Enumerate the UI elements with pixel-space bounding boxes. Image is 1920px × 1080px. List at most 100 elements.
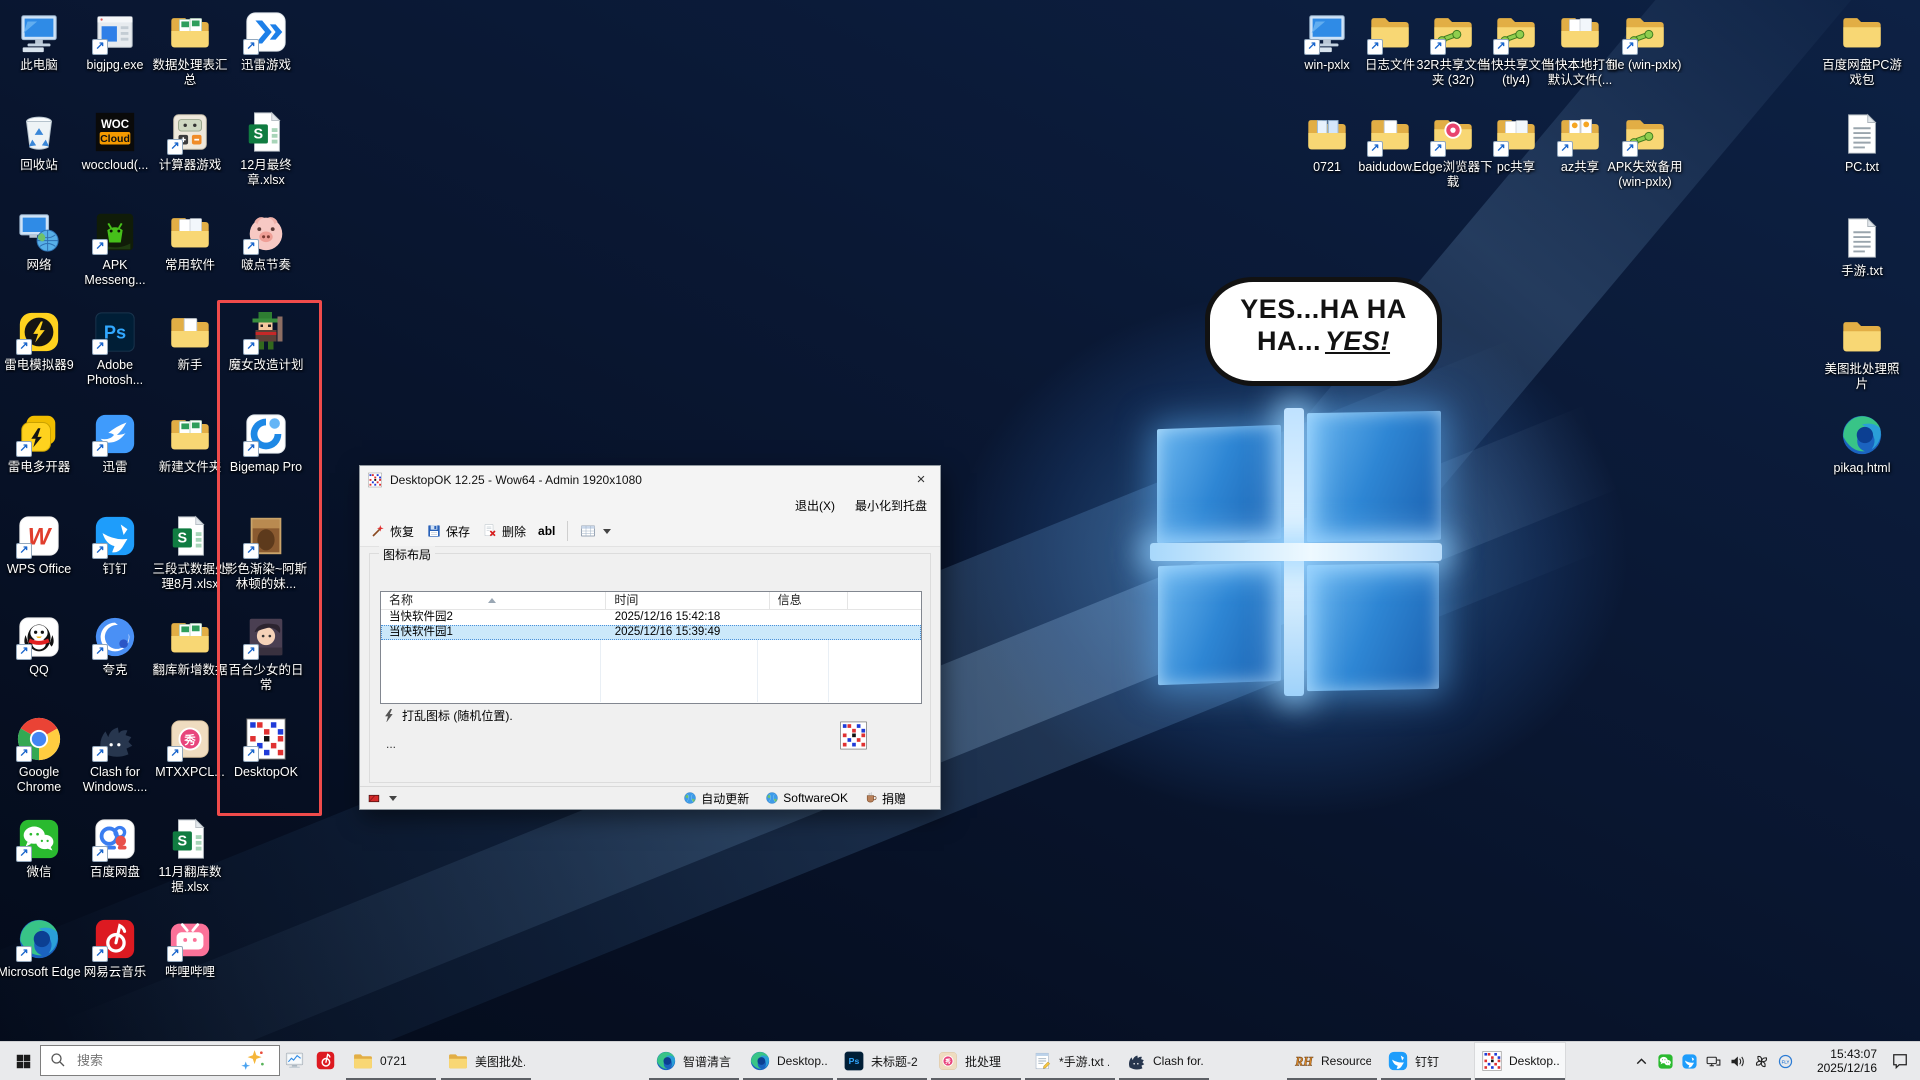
desktop-icon[interactable]: ↗迅雷	[73, 411, 157, 475]
desktop-icon[interactable]: ↗计算器游戏	[148, 109, 232, 173]
desktop-icon[interactable]: PC.txt	[1820, 111, 1904, 175]
folder-icon	[352, 1050, 374, 1072]
desktop-icon[interactable]: S12月最终章.xlsx	[224, 109, 308, 188]
desktop-icon[interactable]: ↗file (win-pxlx)	[1603, 9, 1687, 73]
meitu-icon: 秀	[937, 1050, 959, 1072]
desktop-icon[interactable]: 手游.txt	[1820, 215, 1904, 279]
desktop-icon[interactable]: ↗APK失效备用 (win-pxlx)	[1603, 111, 1687, 190]
desktop-icon[interactable]: 美图批处理照片	[1820, 313, 1904, 392]
copilot-sparkle-icon[interactable]	[240, 1048, 265, 1073]
desktop-icon[interactable]: 百度网盘PC游戏包	[1820, 9, 1904, 88]
desktop-icon[interactable]: ↗夸克	[73, 614, 157, 678]
save-button[interactable]: 保存	[421, 520, 475, 543]
taskbar-button[interactable]: Desktop...	[1474, 1042, 1566, 1080]
desktop-icon[interactable]: ↗百度网盘	[73, 816, 157, 880]
desktop-icon[interactable]: WOCCloudwoccloud(...	[73, 109, 157, 173]
desktop-icon[interactable]: ↗雷电多开器	[0, 411, 81, 475]
view-columns-button[interactable]	[575, 520, 616, 542]
desktop-icon[interactable]: ↗bigjpg.exe	[73, 9, 157, 73]
folder-icon	[1839, 313, 1885, 359]
window-menubar: 退出(X) 最小化到托盘	[360, 494, 940, 516]
taskbar-button[interactable]: 秀批处理	[930, 1042, 1022, 1080]
taskbar-button[interactable]: *手游.txt ...	[1024, 1042, 1116, 1080]
menu-minimize-to-tray[interactable]: 最小化到托盘	[846, 495, 936, 516]
desktop-icon[interactable]: 此电脑	[0, 9, 81, 73]
desktop-icon[interactable]: ↗Google Chrome	[0, 716, 81, 795]
folder-icon: ↗	[1367, 9, 1413, 55]
desktopok-window[interactable]: DesktopOK 12.25 - Wow64 - Admin 1920x108…	[359, 465, 941, 810]
taskbar-button[interactable]: RHResource...	[1286, 1042, 1378, 1080]
column-header-info[interactable]: 信息	[770, 592, 848, 609]
desktop-icon-label: woccloud(...	[73, 158, 157, 173]
language-flag-button[interactable]	[366, 792, 397, 805]
desktop-icon[interactable]: 数据处理表汇总	[148, 9, 232, 88]
softwareok-link[interactable]: SoftwareOK	[765, 791, 848, 805]
taskbar-search[interactable]	[40, 1045, 280, 1076]
desktop-icon[interactable]: W↗WPS Office	[0, 513, 81, 577]
wechat-icon[interactable]	[1657, 1053, 1674, 1070]
layout-row[interactable]: 当快软件园12025/12/16 15:39:49	[381, 625, 921, 640]
desktop-icon[interactable]: 常用软件	[148, 209, 232, 273]
desktop-icon[interactable]: ↗哔哩哔哩	[148, 916, 232, 980]
window-statusbar: 自动更新 SoftwareOK 捐赠	[360, 786, 940, 809]
desktop-icon[interactable]: ↗迅雷游戏	[224, 9, 308, 73]
window-title: DesktopOK 12.25 - Wow64 - Admin 1920x108…	[390, 466, 642, 494]
taskbar-button[interactable]: Ps未标题-2 ...	[836, 1042, 928, 1080]
shortcut-arrow-icon: ↗	[16, 746, 32, 762]
desktop-icon[interactable]: Ps↗Adobe Photosh...	[73, 309, 157, 388]
desktop-icon[interactable]: ↗雷电模拟器9	[0, 309, 81, 373]
taskbar-button[interactable]: 0721	[345, 1042, 437, 1080]
desktop-icon[interactable]: ↗啵点节奏	[224, 209, 308, 273]
desktopok-logo[interactable]	[838, 719, 869, 752]
desktop-icon[interactable]: ↗QQ	[0, 614, 81, 678]
taskbar-button[interactable]: Clash for...	[1118, 1042, 1210, 1080]
shuffle-icons-option[interactable]: 打乱图标 (随机位置).	[382, 707, 513, 724]
column-header-time[interactable]: 时间	[606, 592, 769, 609]
desktop-icon[interactable]: ↗Microsoft Edge	[0, 916, 81, 980]
desktop-icon[interactable]: S11月翻库数据.xlsx	[148, 816, 232, 895]
auto-update-link[interactable]: 自动更新	[683, 790, 749, 807]
edge-icon	[655, 1050, 677, 1072]
shortcut-arrow-icon: ↗	[1493, 39, 1509, 55]
delete-button[interactable]: 删除	[477, 520, 531, 543]
desktop-icon[interactable]: ↗微信	[0, 816, 81, 880]
shortcut-arrow-icon: ↗	[167, 946, 183, 962]
taskbar-button-label: 智谱清言 ...	[683, 1053, 733, 1070]
search-input[interactable]	[75, 1046, 229, 1075]
netease-music-icon[interactable]	[315, 1050, 336, 1071]
shortcut-arrow-icon: ↗	[1430, 141, 1446, 157]
taskbar-clock[interactable]: 15:43:07 2025/12/16	[1807, 1047, 1877, 1075]
taskbar-button[interactable]: 美图批处...	[440, 1042, 532, 1080]
rename-button[interactable]: abl	[533, 521, 560, 541]
volume-icon[interactable]	[1729, 1053, 1746, 1070]
taskbar-button[interactable]: Desktop...	[742, 1042, 834, 1080]
window-titlebar[interactable]: DesktopOK 12.25 - Wow64 - Admin 1920x108…	[360, 466, 940, 494]
desktop-icon[interactable]: 网络	[0, 209, 81, 273]
taskbar-button[interactable]: 钉钉	[1380, 1042, 1472, 1080]
desktop-icon[interactable]: ↗钉钉	[73, 513, 157, 577]
desktop-icon[interactable]: ↗Clash for Windows....	[73, 716, 157, 795]
layout-row[interactable]: 当快软件园22025/12/16 15:42:18	[381, 610, 921, 625]
action-center-icon[interactable]	[1890, 1051, 1910, 1071]
taskbar-button-label: 批处理	[965, 1053, 1001, 1070]
layout-list[interactable]: 名称 时间 信息 当快软件园22025/12/16 15:42:18当快软件园1…	[380, 591, 922, 704]
xunfei-pinwheel-icon[interactable]	[1753, 1053, 1770, 1070]
donate-link[interactable]: 捐赠	[864, 790, 906, 807]
desktop-icon[interactable]: pikaq.html	[1820, 412, 1904, 476]
chevron-up-icon[interactable]	[1633, 1053, 1650, 1070]
svg-text:Cloud: Cloud	[100, 133, 130, 145]
dingtalk-icon[interactable]	[1681, 1053, 1698, 1070]
close-icon[interactable]: ×	[910, 470, 932, 489]
performance-monitor-icon[interactable]	[284, 1050, 305, 1071]
annotation-highlight-rectangle	[217, 300, 322, 816]
desktop-icon[interactable]: ↗网易云音乐	[73, 916, 157, 980]
taskbar-button[interactable]: 智谱清言 ...	[648, 1042, 740, 1080]
desktop-icon[interactable]: ↗APK Messeng...	[73, 209, 157, 288]
desktop-icon[interactable]: 回收站	[0, 109, 81, 173]
restore-button[interactable]: 恢复	[365, 520, 419, 543]
network-tray-icon[interactable]	[1705, 1053, 1722, 1070]
taskbar-button-label: Resource...	[1321, 1054, 1371, 1068]
ifly-icon[interactable]: FLY	[1777, 1053, 1794, 1070]
menu-exit[interactable]: 退出(X)	[786, 495, 844, 516]
coffee-cup-icon	[864, 791, 878, 805]
